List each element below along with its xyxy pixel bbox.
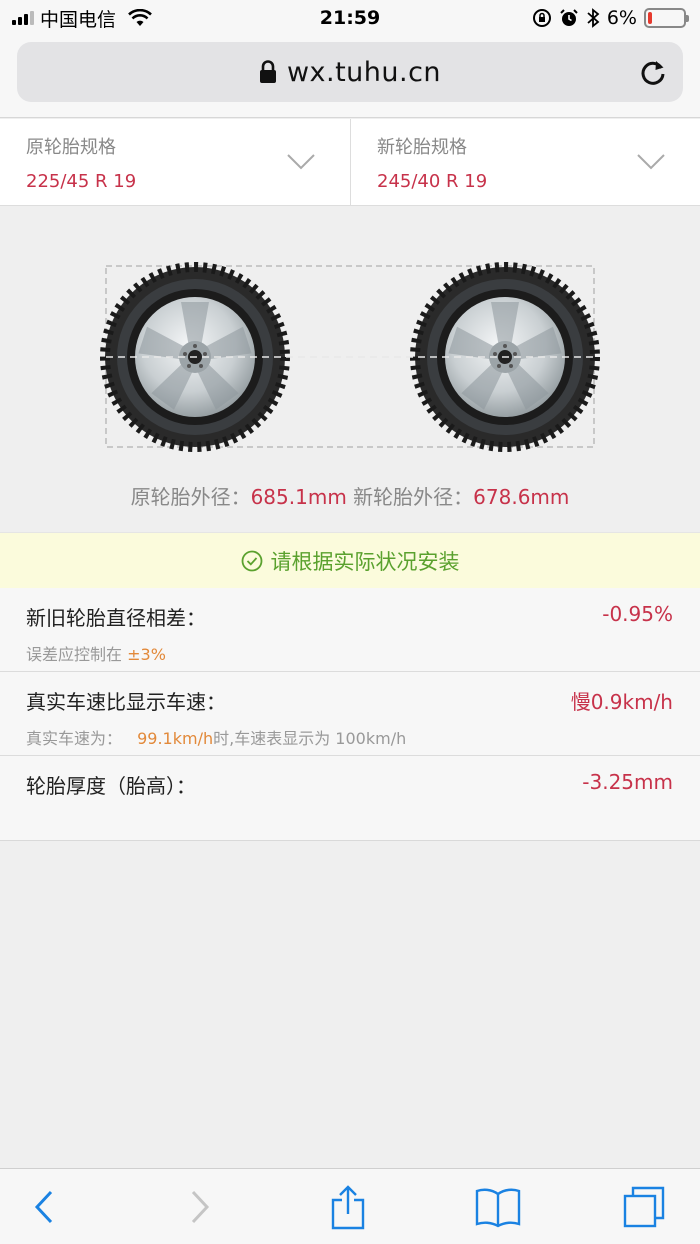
- share-icon: [331, 1185, 365, 1230]
- new-spec-selector[interactable]: 新轮胎规格 245/40 R 19: [350, 119, 700, 206]
- original-spec-selector[interactable]: 原轮胎规格 225/45 R 19: [0, 119, 350, 206]
- tire-comparison-graphic: [0, 207, 700, 467]
- tire-spec-selectors: 原轮胎规格 225/45 R 19 新轮胎规格 245/40 R 19: [0, 119, 700, 206]
- diameter-diff-sub: 误差应控制在 ±3%: [26, 641, 674, 665]
- original-diameter-value: 685.1mm: [250, 485, 347, 509]
- results-list: 新旧轮胎直径相差： 误差应控制在 ±3% -0.95% 真实车速比显示车速： 真…: [0, 588, 700, 841]
- diameter-diff-value: -0.95%: [602, 602, 673, 626]
- chevron-right-icon: [191, 1190, 210, 1224]
- speed-sub: 真实车速为： 99.1km/h时,车速表显示为 100km/h: [26, 725, 674, 749]
- carrier-group: 中国电信: [12, 5, 152, 32]
- bluetooth-icon: [587, 8, 600, 28]
- carrier-name: 中国电信: [40, 8, 117, 31]
- original-diameter-label: 原轮胎外径：: [130, 485, 251, 509]
- chevron-left-icon: [34, 1190, 53, 1224]
- bookmarks-button[interactable]: [474, 1183, 522, 1231]
- diameter-diff-row: 新旧轮胎直径相差： 误差应控制在 ±3% -0.95%: [0, 588, 700, 672]
- diameter-caption: 原轮胎外径：685.1mm 新轮胎外径：678.6mm: [0, 481, 700, 510]
- reload-icon[interactable]: [637, 56, 669, 88]
- speed-row: 真实车速比显示车速： 真实车速为： 99.1km/h时,车速表显示为 100km…: [0, 672, 700, 756]
- orientation-lock-icon: [532, 9, 551, 27]
- original-spec-value: 225/45 R 19: [26, 171, 137, 192]
- wifi-icon: [128, 9, 152, 26]
- chevron-down-icon: [287, 154, 315, 170]
- chevron-down-icon: [637, 154, 665, 170]
- battery-percent: 6%: [606, 7, 637, 29]
- diameter-diff-title: 新旧轮胎直径相差：: [26, 606, 206, 630]
- thickness-row: 轮胎厚度（胎高）： -3.25mm: [0, 756, 700, 840]
- browser-toolbar: [0, 1168, 700, 1244]
- lock-icon: [259, 60, 276, 83]
- url-text: wx.tuhu.cn: [286, 56, 442, 88]
- share-button[interactable]: [324, 1183, 372, 1231]
- thickness-title: 轮胎厚度（胎高）：: [26, 774, 196, 798]
- browser-address-area: wx.tuhu.cn: [0, 36, 700, 118]
- book-icon: [475, 1188, 521, 1228]
- back-button[interactable]: [20, 1183, 68, 1231]
- battery-icon: [644, 8, 689, 28]
- diameter-diff-sub-prefix: 误差应控制在: [26, 645, 123, 664]
- real-speed-value: 99.1km/h: [137, 729, 214, 748]
- tire-comparison-area: 原轮胎外径：685.1mm 新轮胎外径：678.6mm: [0, 207, 700, 531]
- speed-sub-prefix: 真实车速为：: [26, 729, 123, 748]
- diameter-diff-tolerance: ±3%: [127, 645, 166, 664]
- thickness-value: -3.25mm: [582, 770, 673, 794]
- check-circle-icon: [241, 550, 262, 571]
- new-diameter-label: 新轮胎外径：: [353, 485, 474, 509]
- tabs-button[interactable]: [620, 1183, 668, 1231]
- alarm-icon: [560, 9, 578, 26]
- notice-text: 请根据实际状况安装: [270, 549, 460, 574]
- new-diameter-value: 678.6mm: [473, 485, 570, 509]
- tabs-icon: [623, 1186, 665, 1228]
- speed-sub-suffix: 时,车速表显示为 100km/h: [213, 729, 407, 748]
- status-bar: 中国电信 21:59 6%: [0, 0, 700, 36]
- status-icons: 6%: [532, 7, 689, 29]
- signal-icon: [12, 11, 34, 25]
- install-notice: 请根据实际状况安装: [0, 532, 700, 588]
- new-spec-value: 245/40 R 19: [377, 171, 488, 192]
- speed-diff-value: 慢0.9km/h: [570, 690, 673, 714]
- address-bar[interactable]: wx.tuhu.cn: [17, 42, 683, 102]
- forward-button[interactable]: [176, 1183, 224, 1231]
